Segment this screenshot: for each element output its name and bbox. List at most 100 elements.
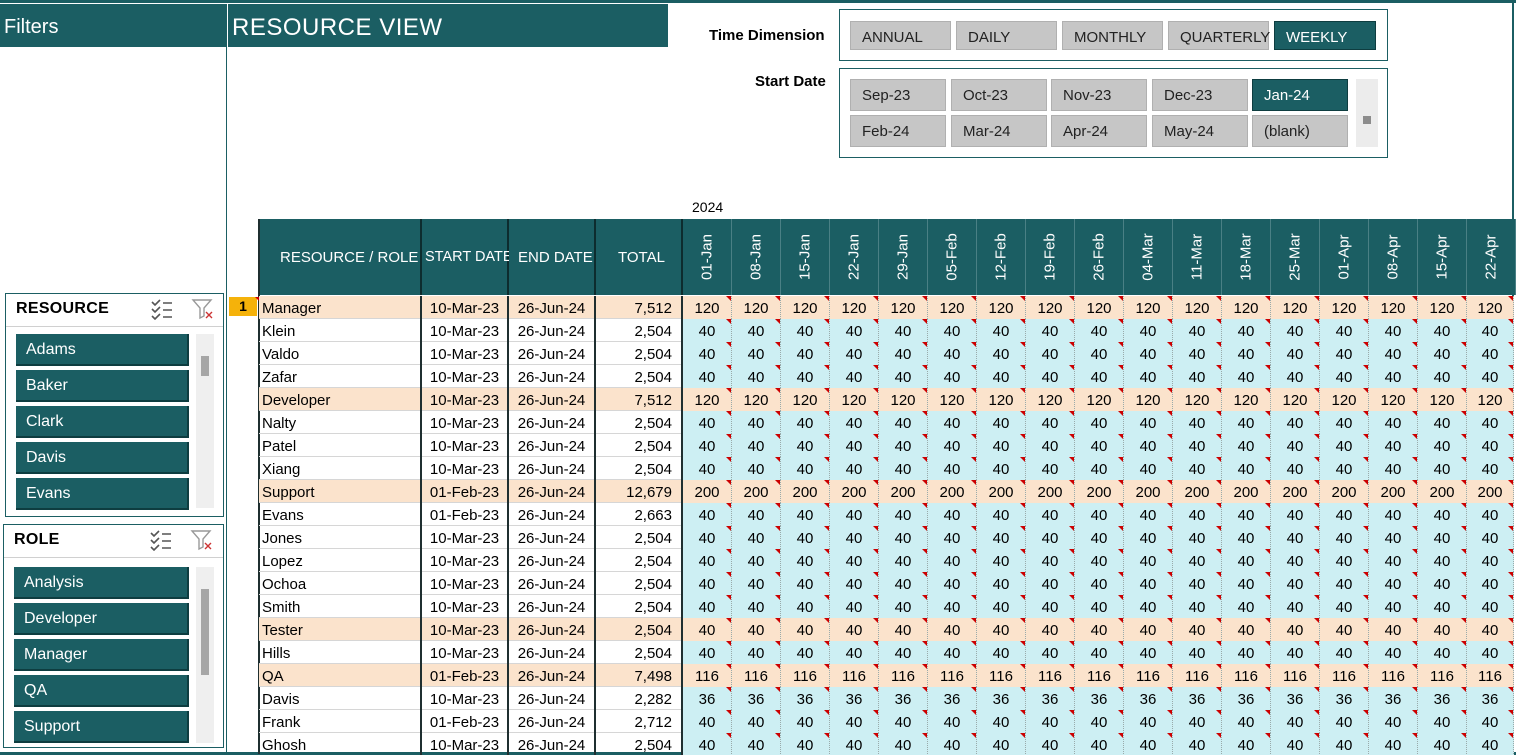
row-week-value-cell[interactable]: 40 [1369,595,1418,618]
row-week-value-cell[interactable]: 40 [928,572,977,595]
row-week-value-cell[interactable]: 40 [1467,641,1514,664]
row-total-cell[interactable]: 12,679 [596,480,683,503]
row-week-value-cell[interactable]: 40 [928,710,977,733]
row-week-value-cell[interactable]: 40 [1222,411,1271,434]
row-week-value-cell[interactable]: 116 [781,664,830,687]
row-week-value-cell[interactable]: 40 [977,641,1026,664]
row-week-value-cell[interactable]: 40 [1271,457,1320,480]
row-week-value-cell[interactable]: 120 [1369,388,1418,411]
row-week-value-cell[interactable]: 36 [977,687,1026,710]
row-name-cell[interactable]: QA [259,664,422,687]
row-week-value-cell[interactable]: 40 [977,710,1026,733]
row-end-date-cell[interactable]: 26-Jun-24 [509,733,596,755]
row-week-value-cell[interactable]: 120 [1271,388,1320,411]
row-name-cell[interactable]: Ghosh [259,733,422,755]
row-week-value-cell[interactable]: 40 [977,733,1026,755]
row-name-cell[interactable]: Evans [259,503,422,526]
row-week-value-cell[interactable]: 120 [1173,296,1222,319]
header-end-date[interactable]: END DATE [509,219,596,295]
row-week-value-cell[interactable]: 40 [1173,434,1222,457]
header-week-29-jan[interactable]: 29-Jan [879,219,928,295]
row-week-value-cell[interactable]: 40 [1124,342,1173,365]
row-week-value-cell[interactable]: 116 [1026,664,1075,687]
resource-row[interactable]: Klein 10-Mar-23 26-Jun-24 2,504 40 40 40 40 40 40… [259,319,1514,342]
row-week-value-cell[interactable]: 40 [683,618,732,641]
row-name-cell[interactable]: Davis [259,687,422,710]
row-week-value-cell[interactable]: 40 [1173,733,1222,755]
resource-row[interactable]: Lopez 10-Mar-23 26-Jun-24 2,504 40 40 40 40 40 40… [259,549,1514,572]
row-week-value-cell[interactable]: 40 [1124,549,1173,572]
row-week-value-cell[interactable]: 40 [1075,503,1124,526]
row-week-value-cell[interactable]: 40 [1418,641,1467,664]
row-week-value-cell[interactable]: 40 [683,342,732,365]
row-name-cell[interactable]: Tester [259,618,422,641]
row-week-value-cell[interactable]: 40 [928,595,977,618]
row-total-cell[interactable]: 2,504 [596,572,683,595]
start-date-apr-24[interactable]: Apr-24 [1051,115,1147,147]
row-week-value-cell[interactable]: 36 [1418,687,1467,710]
row-week-value-cell[interactable]: 40 [1271,618,1320,641]
row-week-value-cell[interactable]: 40 [1222,342,1271,365]
row-week-value-cell[interactable]: 40 [1124,733,1173,755]
row-week-value-cell[interactable]: 40 [1222,434,1271,457]
row-week-value-cell[interactable]: 40 [683,457,732,480]
row-week-value-cell[interactable]: 40 [1075,641,1124,664]
role-row[interactable]: Manager 10-Mar-23 26-Jun-24 7,512 120 120 120 1… [259,296,1514,319]
row-week-value-cell[interactable]: 120 [1222,388,1271,411]
row-week-value-cell[interactable]: 40 [732,434,781,457]
row-week-value-cell[interactable]: 40 [1320,503,1369,526]
slicer-item-adams[interactable]: Adams [16,334,189,366]
row-week-value-cell[interactable]: 40 [1418,618,1467,641]
row-week-value-cell[interactable]: 40 [977,618,1026,641]
row-start-date-cell[interactable]: 10-Mar-23 [422,595,509,618]
row-week-value-cell[interactable]: 40 [683,503,732,526]
row-week-value-cell[interactable]: 40 [1418,457,1467,480]
row-week-value-cell[interactable]: 116 [977,664,1026,687]
row-week-value-cell[interactable]: 120 [1222,296,1271,319]
row-week-value-cell[interactable]: 40 [1320,595,1369,618]
row-week-value-cell[interactable]: 40 [879,457,928,480]
row-week-value-cell[interactable]: 40 [1124,434,1173,457]
row-total-cell[interactable]: 7,512 [596,296,683,319]
resource-row[interactable]: Xiang 10-Mar-23 26-Jun-24 2,504 40 40 40 40 40 40… [259,457,1514,480]
start-date-blank[interactable]: (blank) [1252,115,1348,147]
row-week-value-cell[interactable]: 120 [1418,388,1467,411]
header-start-date[interactable]: START DATE [422,219,513,295]
clear-filter-icon[interactable] [190,529,214,556]
row-week-value-cell[interactable]: 40 [977,411,1026,434]
row-week-value-cell[interactable]: 40 [1369,618,1418,641]
row-week-value-cell[interactable]: 40 [879,641,928,664]
row-week-value-cell[interactable]: 120 [781,388,830,411]
row-end-date-cell[interactable]: 26-Jun-24 [509,572,596,595]
row-week-value-cell[interactable]: 40 [732,457,781,480]
start-date-oct-23[interactable]: Oct-23 [951,79,1047,111]
time-option-daily[interactable]: DAILY [956,21,1057,50]
row-week-value-cell[interactable]: 40 [1075,733,1124,755]
row-start-date-cell[interactable]: 10-Mar-23 [422,365,509,388]
row-end-date-cell[interactable]: 26-Jun-24 [509,365,596,388]
row-week-value-cell[interactable]: 40 [1320,549,1369,572]
row-week-value-cell[interactable]: 36 [1222,687,1271,710]
start-date-jan-24[interactable]: Jan-24 [1252,79,1348,111]
row-week-value-cell[interactable]: 40 [928,319,977,342]
row-name-cell[interactable]: Valdo [259,342,422,365]
row-start-date-cell[interactable]: 10-Mar-23 [422,641,509,664]
row-week-value-cell[interactable]: 40 [1075,572,1124,595]
resource-row[interactable]: Smith 10-Mar-23 26-Jun-24 2,504 40 40 40 40 40 40… [259,595,1514,618]
row-week-value-cell[interactable]: 40 [1271,434,1320,457]
row-week-value-cell[interactable]: 200 [977,480,1026,503]
row-week-value-cell[interactable]: 40 [879,618,928,641]
row-name-cell[interactable]: Manager [259,296,422,319]
row-week-value-cell[interactable]: 40 [1026,319,1075,342]
row-end-date-cell[interactable]: 26-Jun-24 [509,342,596,365]
row-week-value-cell[interactable]: 40 [928,641,977,664]
start-date-nov-23[interactable]: Nov-23 [1051,79,1147,111]
row-week-value-cell[interactable]: 40 [1467,434,1514,457]
row-week-value-cell[interactable]: 40 [781,618,830,641]
row-week-value-cell[interactable]: 40 [1026,572,1075,595]
row-start-date-cell[interactable]: 01-Feb-23 [422,503,509,526]
row-week-value-cell[interactable]: 40 [977,319,1026,342]
row-start-date-cell[interactable]: 01-Feb-23 [422,480,509,503]
row-week-value-cell[interactable]: 40 [732,319,781,342]
row-week-value-cell[interactable]: 200 [1271,480,1320,503]
